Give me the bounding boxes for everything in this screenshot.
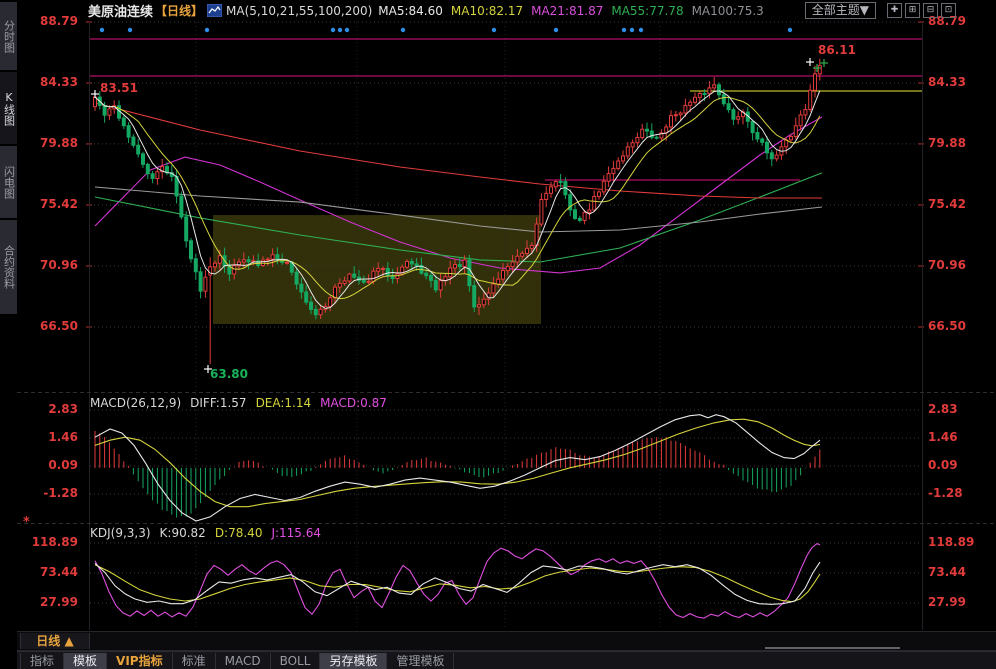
- tab-boll[interactable]: BOLL: [271, 653, 321, 669]
- symbol-title: 美原油连续: [88, 1, 153, 20]
- ma-settings-label: MA(5,10,21,55,100,200): [226, 4, 372, 18]
- signal-dot: [338, 28, 342, 32]
- sidebar-item-time-chart[interactable]: 分时图: [0, 2, 17, 70]
- kdj-pane-header: KDJ(9,3,3) K:90.82 D:78.40 J:115.64: [90, 526, 330, 540]
- date-axis-row: 日线 ▲: [17, 631, 996, 651]
- pane-split-icon[interactable]: ⊟: [923, 3, 938, 18]
- macd-macd-value: MACD:0.87: [320, 396, 387, 410]
- signal-dot: [331, 28, 335, 32]
- period-toggle-button[interactable]: 日线 ▲: [20, 633, 90, 649]
- tab-manage-templates[interactable]: 管理模板: [387, 653, 454, 669]
- signal-dot: [345, 28, 349, 32]
- signal-dot: [639, 28, 643, 32]
- signal-dot: [630, 28, 634, 32]
- sidebar-item-kline-chart[interactable]: K线图: [0, 72, 17, 144]
- pane-add-icon[interactable]: ⊡: [941, 3, 956, 18]
- signal-dot: [492, 28, 496, 32]
- trading-app-window: 88.7988.7984.3384.3379.8879.8875.4275.42…: [0, 0, 996, 669]
- period-badge: 【日线】: [155, 2, 203, 19]
- sidebar-item-flash-chart[interactable]: 闪电图: [0, 146, 17, 218]
- tab-templates[interactable]: 模板: [64, 653, 107, 669]
- scrollbar-thumb[interactable]: [765, 647, 900, 649]
- signal-dot: [205, 28, 209, 32]
- tab-standard[interactable]: 标准: [173, 653, 216, 669]
- left-sidebar: 分时图 K线图 闪电图 合约资料: [0, 0, 17, 669]
- signal-dot: [788, 28, 792, 32]
- tab-indicators[interactable]: 指标: [20, 653, 64, 669]
- macd-diff-line: [95, 415, 820, 521]
- signal-dot: [100, 28, 104, 32]
- tab-save-template[interactable]: 另存模板: [320, 653, 387, 669]
- ma5-value: MA5:84.60: [378, 4, 443, 18]
- sidebar-item-label: 闪电图: [1, 166, 17, 199]
- ma55-value: MA55:77.78: [611, 4, 683, 18]
- macd-diff-value: DIFF:1.57: [190, 396, 246, 410]
- signal-dot: [554, 28, 558, 32]
- chart-header: 美原油连续 【日线】 MA(5,10,21,55,100,200) MA5:84…: [88, 0, 992, 21]
- ma-line-ma200: [95, 103, 822, 198]
- tab-macd[interactable]: MACD: [216, 653, 271, 669]
- theme-dropdown[interactable]: 全部主题▼: [805, 2, 876, 19]
- macd-dea-value: DEA:1.14: [256, 396, 312, 410]
- macd-params-label: MACD(26,12,9): [90, 396, 181, 410]
- macd-pane-header: MACD(26,12,9) DIFF:1.57 DEA:1.14 MACD:0.87: [90, 396, 396, 410]
- ma10-value: MA10:82.17: [451, 4, 523, 18]
- sidebar-item-label: K线图: [1, 91, 17, 126]
- sidebar-item-contract-info[interactable]: 合约资料: [0, 220, 17, 314]
- kdj-params-label: KDJ(9,3,3): [90, 526, 151, 540]
- bottom-tab-bar: 指标 模板 VIP指标 标准 MACD BOLL 另存模板 管理模板: [0, 651, 996, 669]
- kdj-k-value: K:90.82: [160, 526, 206, 540]
- signal-dot: [401, 28, 405, 32]
- pane-grid-icon[interactable]: ⊞: [905, 3, 920, 18]
- kline-mini-icon[interactable]: [207, 4, 222, 17]
- ma100-value: MA100:75.3: [692, 4, 764, 18]
- macd-dea-line: [95, 419, 820, 507]
- pane-marker-icon: *: [23, 518, 30, 528]
- sidebar-item-label: 分时图: [1, 20, 17, 53]
- signal-dot: [128, 28, 132, 32]
- tab-vip-indicators[interactable]: VIP指标: [107, 653, 173, 669]
- price-chart[interactable]: [0, 0, 996, 669]
- kdj-d-value: D:78.40: [215, 526, 263, 540]
- kdj-j-value: J:115.64: [271, 526, 321, 540]
- ma21-value: MA21:81.87: [531, 4, 603, 18]
- kdj-j-line: [95, 544, 820, 619]
- signal-dot: [622, 28, 626, 32]
- crosshair-tool-icon[interactable]: ✚: [887, 3, 902, 18]
- sidebar-item-label: 合约资料: [1, 245, 17, 289]
